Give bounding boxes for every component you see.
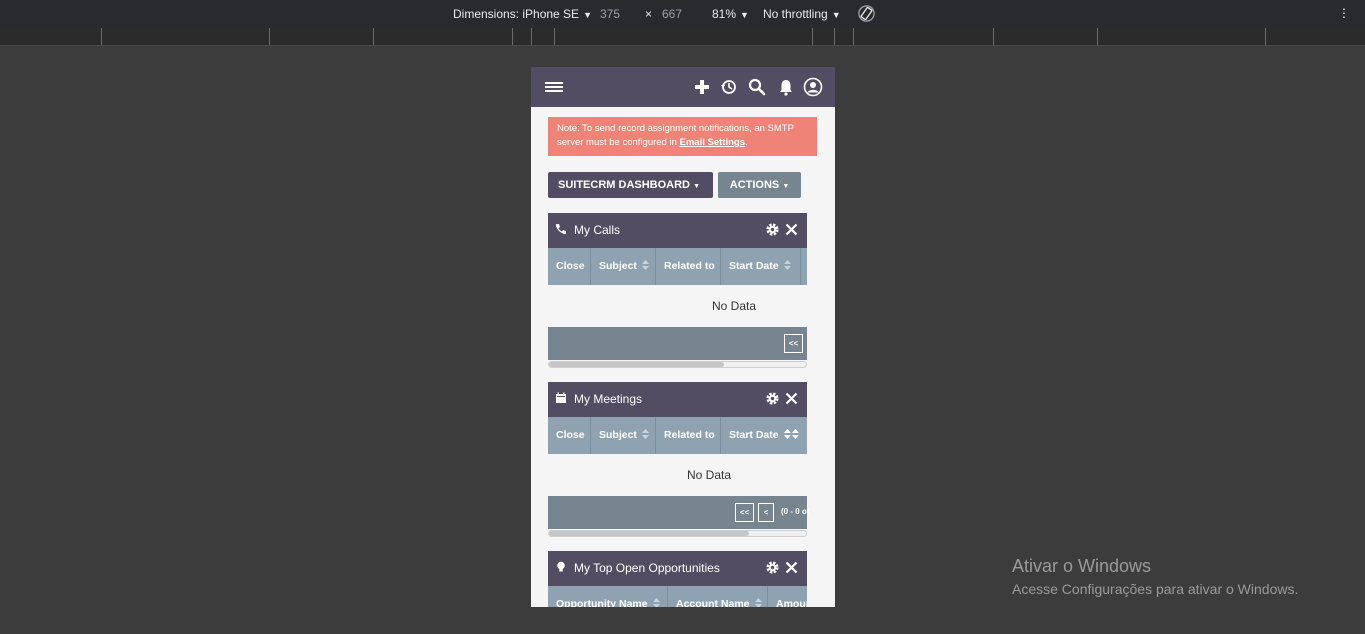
horizontal-scrollbar[interactable] [548, 360, 807, 369]
actions-button-label: ACTIONS [729, 179, 780, 191]
column-label: Subject [599, 429, 637, 441]
chevron-down-icon: ▼ [583, 10, 592, 20]
gear-icon[interactable] [765, 560, 780, 575]
device-label: Dimensions: iPhone SE [453, 7, 580, 21]
watermark-title: Ativar o Windows [1012, 556, 1152, 576]
dashlet-header: My Meetings [548, 382, 807, 417]
column-related-to[interactable]: Related to [656, 248, 721, 285]
zoom-select[interactable]: 81% ▼ [712, 7, 749, 21]
dashboard-dropdown-button[interactable]: SUITECRM DASHBOARD ▼ [548, 172, 713, 198]
top-navbar [531, 67, 835, 107]
sort-icon [641, 260, 649, 271]
column-label: Opportunity Name [556, 598, 648, 607]
more-vertical-icon[interactable]: · · · [1338, 1, 1350, 23]
column-amount[interactable]: Amount [768, 586, 807, 607]
dimension-separator: × [645, 7, 653, 21]
gear-icon[interactable] [765, 222, 780, 237]
empty-state: No Data [548, 285, 807, 327]
sort-icon [783, 429, 791, 440]
column-start-date[interactable]: Start Date [721, 248, 801, 285]
chevron-down-icon: ▼ [831, 10, 841, 20]
dashlet-my-meetings: My Meetings Close Subject Related to Sta… [548, 382, 810, 538]
sort-icon [791, 429, 799, 440]
column-close[interactable]: Close [548, 248, 591, 285]
menu-icon[interactable] [545, 82, 563, 93]
column-subject[interactable]: Subject [591, 248, 656, 285]
user-icon[interactable] [803, 77, 823, 97]
width-input[interactable]: 375 [600, 7, 620, 21]
devtools-toolbar: Dimensions: iPhone SE ▼ 375 × 667 81% ▼ No… [0, 0, 1365, 28]
sort-icon [754, 598, 762, 607]
column-related-to[interactable]: Related to [656, 417, 721, 454]
sort-icon [652, 598, 660, 607]
caret-down-icon: ▼ [782, 183, 790, 190]
email-settings-link[interactable]: Email Settings [680, 137, 745, 148]
chevron-down-icon: ▼ [740, 10, 749, 20]
gear-icon[interactable] [765, 391, 780, 406]
plus-icon[interactable] [692, 77, 712, 97]
caret-down-icon: ▼ [693, 183, 700, 190]
device-select[interactable]: Dimensions: iPhone SE ▼ [453, 7, 592, 21]
column-close[interactable]: Close [548, 417, 591, 454]
throttling-label: No throttling [763, 7, 828, 21]
horizontal-scrollbar[interactable] [548, 529, 807, 538]
rotate-icon[interactable] [857, 4, 876, 23]
scroll-thumb[interactable] [549, 362, 724, 367]
close-icon[interactable] [785, 223, 798, 236]
lightbulb-icon [557, 561, 565, 572]
dashlet-title: My Calls [574, 223, 621, 237]
pagination-bar: << < (0 - 0 of [548, 496, 810, 529]
dashlet-header: My Top Open Opportunities [548, 551, 807, 586]
no-data-text: No Data [687, 468, 732, 482]
close-icon[interactable] [785, 561, 798, 574]
sort-icon [783, 260, 791, 271]
column-account-name[interactable]: Account Name [668, 586, 768, 607]
history-icon[interactable] [719, 77, 739, 97]
sort-icon [641, 429, 649, 440]
first-page-button[interactable]: << [784, 334, 803, 353]
dashboard-button-label: SUITECRM DASHBOARD [558, 179, 690, 191]
note-suffix: . [744, 137, 748, 148]
column-opportunity-name[interactable]: Opportunity Name [548, 586, 668, 607]
dashlet-title: My Top Open Opportunities [574, 561, 720, 575]
media-query-ruler [0, 28, 1365, 46]
mobile-viewport: Note: To send record assignment notifica… [531, 67, 835, 607]
zoom-label: 81% [712, 7, 737, 21]
close-icon[interactable] [785, 392, 798, 405]
first-page-button[interactable]: << [735, 503, 754, 522]
no-data-text: No Data [712, 299, 757, 313]
bell-icon[interactable] [776, 77, 796, 97]
actions-dropdown-button[interactable]: ACTIONS ▼ [718, 172, 801, 198]
throttling-select[interactable]: No throttling ▼ [763, 7, 841, 21]
dashlet-my-calls: My Calls Close Subject Related to Start … [548, 213, 807, 369]
column-start-date[interactable]: Start Date [721, 417, 807, 454]
page-range-text: (0 - 0 of [781, 507, 810, 516]
previous-page-button[interactable]: < [758, 503, 774, 522]
pagination-bar: << [548, 327, 807, 360]
empty-state: No Data [548, 454, 807, 496]
table-header: Opportunity Name Account Name Amount [548, 586, 807, 607]
height-input[interactable]: 667 [662, 7, 682, 21]
dashlet-header: My Calls [548, 213, 807, 248]
dashlet-title: My Meetings [574, 392, 643, 406]
table-header: Close Subject Related to Start Date [548, 417, 807, 454]
calendar-icon [556, 392, 566, 403]
column-label: Subject [599, 260, 637, 272]
watermark-subtitle: Acesse Configurações para ativar o Windo… [1012, 581, 1299, 597]
column-label: Start Date [729, 429, 779, 441]
dashlet-my-top-open-opportunities: My Top Open Opportunities Opportunity Na… [548, 551, 807, 607]
column-label: Start Date [729, 260, 779, 272]
column-subject[interactable]: Subject [591, 417, 656, 454]
search-icon[interactable] [747, 77, 767, 97]
scroll-thumb[interactable] [549, 531, 749, 536]
column-label: Account Name [676, 598, 750, 607]
phone-icon [555, 224, 566, 235]
windows-activation-watermark: Ativar o Windows Acesse Configurações pa… [1012, 556, 1298, 597]
table-header: Close Subject Related to Start Date [548, 248, 807, 285]
note-text: Note: To send record assignment notifica… [557, 123, 794, 148]
smtp-note: Note: To send record assignment notifica… [548, 117, 817, 156]
